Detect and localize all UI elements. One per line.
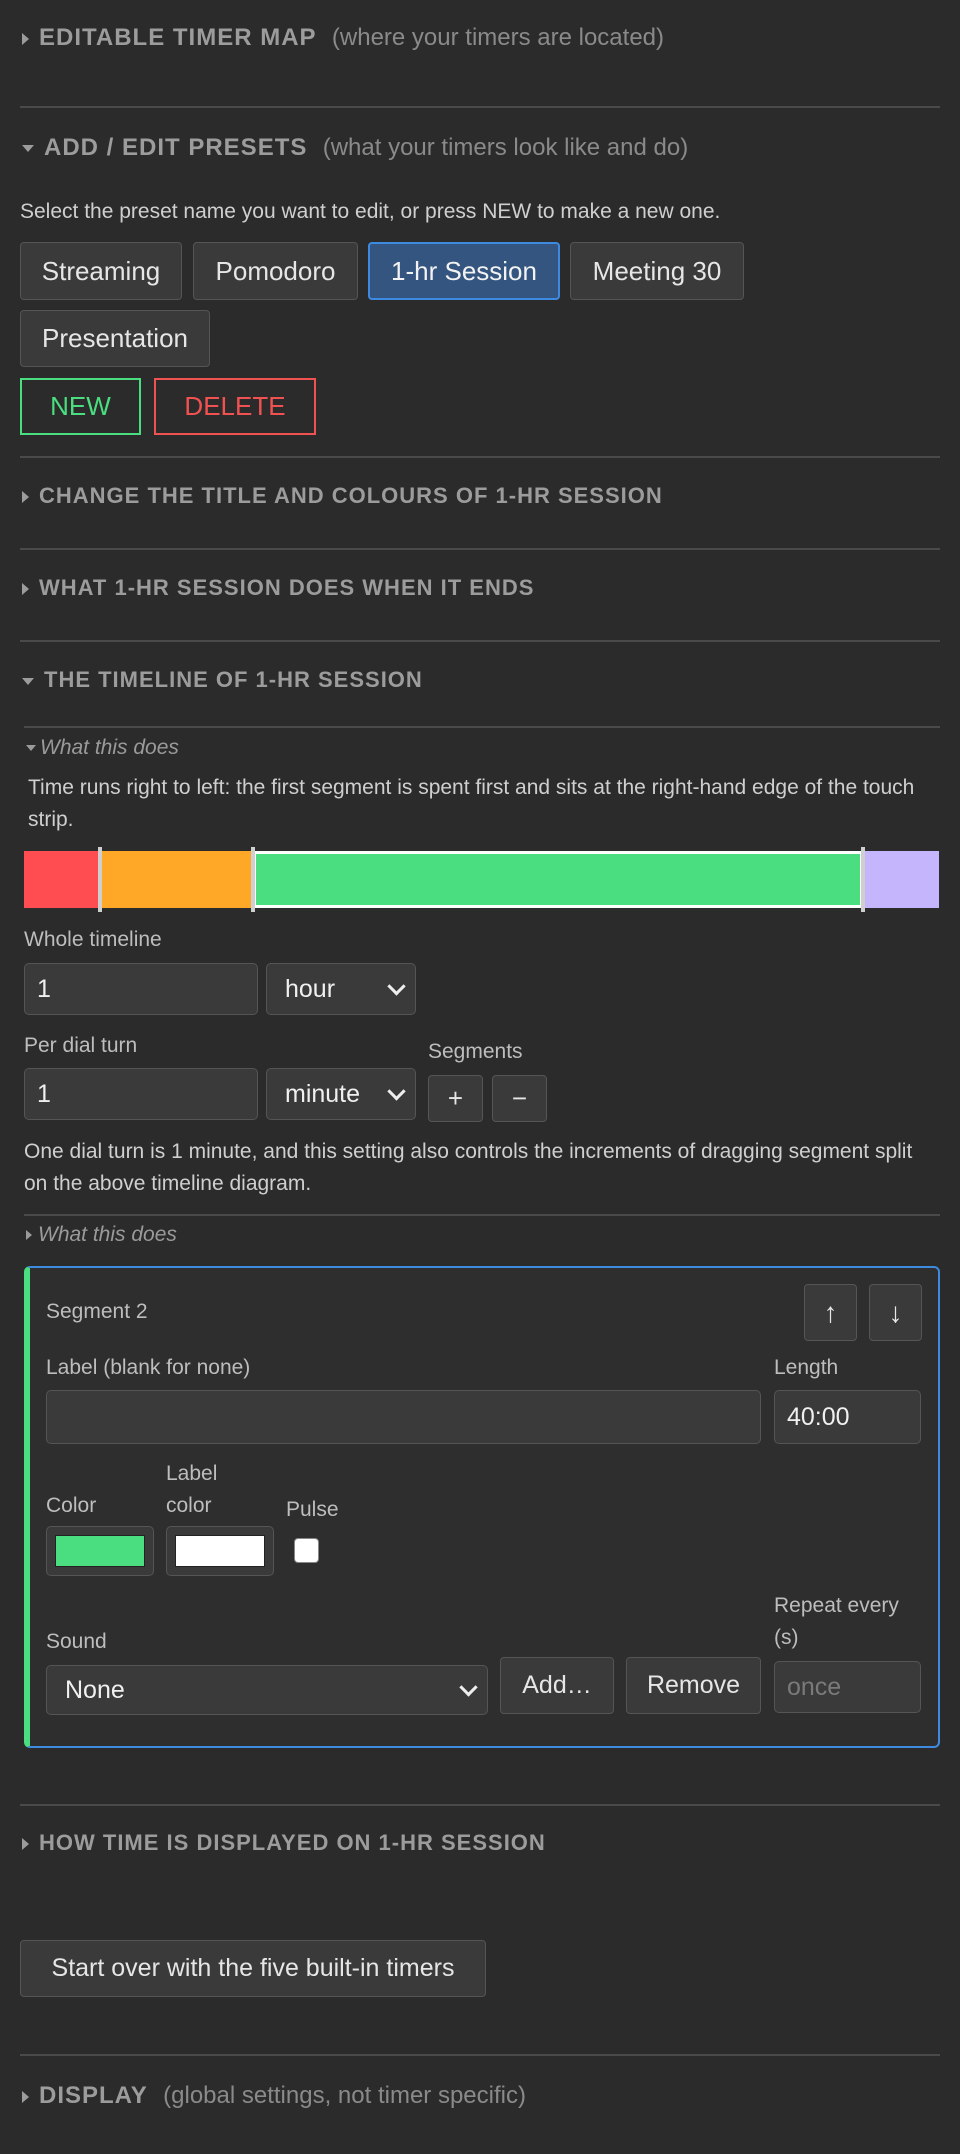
segment-split-handle[interactable] [251, 847, 255, 912]
timer-map-subtitle: (where your timers are located) [331, 24, 665, 51]
repeat-label-line1: Repeat every [774, 1594, 899, 1617]
timeline-title: THE TIMELINE OF 1-HR SESSION [44, 667, 423, 692]
move-segment-down-button[interactable]: ↓ [869, 1284, 922, 1341]
segments-label: Segments [428, 1040, 523, 1063]
label-color-label-line2: color [166, 1494, 212, 1517]
when-ends-header[interactable]: WHAT 1-HR SESSION DOES WHEN IT ENDS [22, 572, 534, 604]
divider [20, 548, 940, 550]
divider [20, 1804, 940, 1806]
segment-title: Segment 2 [46, 1300, 148, 1323]
segment-split-handle[interactable] [861, 847, 865, 912]
divider [24, 1214, 940, 1216]
color-swatch [55, 1535, 145, 1567]
title-colours-title: CHANGE THE TITLE AND COLOURS OF 1-HR SES… [39, 483, 663, 508]
chevron-down-icon [387, 977, 406, 996]
remove-sound-button[interactable]: Remove [626, 1657, 761, 1714]
color-label: Color [46, 1494, 97, 1517]
preset-button-meeting-30[interactable]: Meeting 30 [570, 242, 744, 300]
timeline-segment-4[interactable] [863, 851, 939, 908]
expand-icon [22, 1838, 29, 1851]
when-ends-title: WHAT 1-HR SESSION DOES WHEN IT ENDS [39, 575, 535, 600]
collapse-icon [26, 745, 36, 752]
per-dial-turn-unit-value: minute [285, 1079, 361, 1108]
label-color-picker[interactable] [166, 1526, 274, 1576]
length-input[interactable]: 40:00 [774, 1390, 921, 1444]
add-sound-button[interactable]: Add… [500, 1657, 614, 1714]
timeline-segment-3[interactable] [253, 851, 863, 908]
chevron-down-icon [459, 1678, 478, 1697]
time-display-title: HOW TIME IS DISPLAYED ON 1-HR SESSION [39, 1830, 546, 1855]
divider [20, 456, 940, 458]
expand-icon [22, 2090, 29, 2103]
display-title: DISPLAY [39, 2082, 148, 2109]
label-color-label-line1: Label [166, 1462, 218, 1485]
timer-map-header[interactable]: EDITABLE TIMER MAP (where your timers ar… [22, 22, 664, 54]
repeat-placeholder: once [787, 1672, 842, 1701]
presets-subtitle: (what your timers look like and do) [322, 134, 689, 161]
expand-icon [22, 32, 29, 45]
start-over-button[interactable]: Start over with the five built-in timers [20, 1940, 486, 1997]
collapse-icon [22, 145, 34, 153]
new-preset-button[interactable]: NEW [20, 378, 141, 435]
repeat-every-input[interactable]: once [774, 1661, 921, 1713]
expand-icon [26, 1230, 32, 1241]
sound-select[interactable]: None [46, 1665, 488, 1715]
what-this-does-toggle[interactable]: What this does [26, 736, 179, 760]
expand-icon [22, 583, 29, 596]
preset-button-presentation[interactable]: Presentation [20, 310, 210, 367]
presets-instructions: Select the preset name you want to edit,… [20, 200, 721, 223]
remove-segment-button[interactable]: − [492, 1075, 547, 1122]
what-this-does-toggle-2[interactable]: What this does [26, 1223, 177, 1247]
label-color-swatch [175, 1535, 265, 1567]
segment-label-field-label: Label (blank for none) [46, 1356, 251, 1379]
display-subtitle: (global settings, not timer specific) [163, 2082, 526, 2109]
delete-preset-button[interactable]: DELETE [154, 378, 316, 435]
what-this-does-label: What this does [40, 736, 179, 759]
what-this-does-label-2: What this does [38, 1223, 177, 1246]
expand-icon [22, 491, 29, 504]
sound-label: Sound [46, 1630, 107, 1653]
presets-title: ADD / EDIT PRESETS [44, 134, 308, 161]
whole-timeline-unit-value: hour [285, 974, 336, 1003]
title-colours-header[interactable]: CHANGE THE TITLE AND COLOURS OF 1-HR SES… [22, 480, 663, 512]
chevron-down-icon [387, 1082, 406, 1101]
timeline-description: Time runs right to left: the first segme… [28, 776, 915, 831]
timeline-segment-1[interactable] [24, 851, 100, 908]
whole-timeline-input[interactable]: 1 [24, 963, 258, 1015]
segment-label-input[interactable] [46, 1390, 761, 1444]
segment-color-picker[interactable] [46, 1526, 154, 1576]
divider [20, 640, 940, 642]
divider [20, 2054, 940, 2056]
add-segment-button[interactable]: + [428, 1075, 483, 1122]
preset-button-1hr-session[interactable]: 1-hr Session [368, 242, 560, 300]
divider [20, 106, 940, 108]
presets-header[interactable]: ADD / EDIT PRESETS (what your timers loo… [22, 132, 688, 164]
per-dial-turn-unit-select[interactable]: minute [266, 1068, 416, 1120]
pulse-checkbox[interactable] [294, 1538, 319, 1563]
pulse-label: Pulse [286, 1498, 339, 1521]
move-segment-up-button[interactable]: ↑ [804, 1284, 857, 1341]
timeline-segment-2[interactable] [100, 851, 253, 908]
length-label: Length [774, 1356, 839, 1379]
dial-turn-note: One dial turn is 1 minute, and this sett… [24, 1140, 913, 1195]
whole-timeline-unit-select[interactable]: hour [266, 963, 416, 1015]
timer-map-title: EDITABLE TIMER MAP [39, 24, 317, 51]
divider [24, 726, 940, 728]
whole-timeline-label: Whole timeline [24, 928, 162, 951]
repeat-label-line2: (s) [774, 1626, 799, 1649]
segment-split-handle[interactable] [98, 847, 102, 912]
per-dial-turn-input[interactable]: 1 [24, 1068, 258, 1120]
timeline-touch-strip[interactable] [24, 847, 939, 912]
preset-button-pomodoro[interactable]: Pomodoro [193, 242, 358, 300]
per-dial-turn-label: Per dial turn [24, 1034, 138, 1057]
timeline-header[interactable]: THE TIMELINE OF 1-HR SESSION [22, 664, 423, 696]
sound-select-value: None [65, 1675, 125, 1704]
display-header[interactable]: DISPLAY (global settings, not timer spec… [22, 2080, 526, 2112]
preset-button-streaming[interactable]: Streaming [20, 242, 182, 300]
time-display-header[interactable]: HOW TIME IS DISPLAYED ON 1-HR SESSION [22, 1827, 546, 1859]
collapse-icon [22, 677, 34, 685]
